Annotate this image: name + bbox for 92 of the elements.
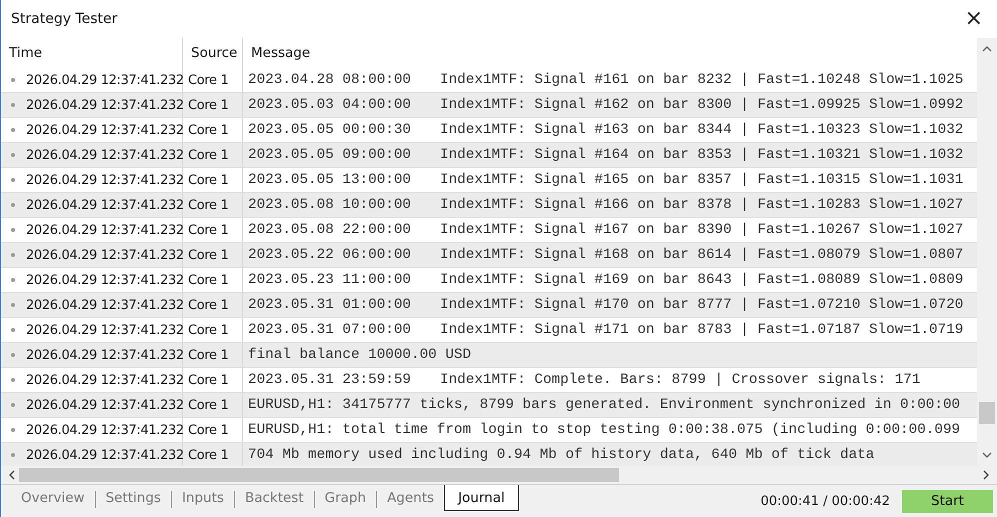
bullet-icon bbox=[11, 378, 15, 382]
source-text: Core 1 bbox=[188, 298, 228, 312]
time-text: 2026.04.29 12:37:41.232 bbox=[26, 272, 184, 288]
message-text: Index1MTF: Signal #165 on bar 8357 | Fast=1.10315 Slow=1.1031 bbox=[440, 172, 964, 188]
bullet-icon bbox=[11, 78, 15, 82]
source-text: Core 1 bbox=[188, 198, 228, 212]
start-button[interactable]: Start bbox=[902, 490, 993, 512]
message-date: 2023.05.31 01:00:00 bbox=[248, 297, 412, 313]
time-text: 2026.04.29 12:37:41.232 bbox=[26, 372, 184, 388]
tab[interactable]: Graph bbox=[314, 485, 376, 511]
time-text: 2026.04.29 12:37:41.232 bbox=[26, 72, 184, 88]
message-text: EURUSD,H1: total time from login to stop testing 0:00:38.075 (including 0:00:00.099 bbox=[248, 422, 960, 438]
source-text: Core 1 bbox=[188, 122, 228, 138]
time-text: 2026.04.29 12:37:41.232 bbox=[26, 248, 184, 262]
time-text: 2026.04.29 12:37:41.232 bbox=[26, 98, 184, 112]
message-text: Index1MTF: Signal #171 on bar 8783 | Fast=1.07187 Slow=1.0719 bbox=[440, 322, 964, 338]
time-text: 2026.04.29 12:37:41.232 bbox=[26, 148, 184, 162]
time-text: 2026.04.29 12:37:41.232 bbox=[26, 322, 184, 338]
source-text: Core 1 bbox=[188, 448, 228, 462]
vertical-scrollbar[interactable] bbox=[977, 38, 997, 466]
message-date: 2023.05.05 13:00:00 bbox=[248, 172, 412, 188]
bullet-icon bbox=[11, 328, 15, 332]
bullet-icon bbox=[11, 453, 15, 457]
message-text: Index1MTF: Signal #170 on bar 8777 | Fast=1.07210 Slow=1.0720 bbox=[440, 297, 964, 313]
tab[interactable]: Agents bbox=[377, 485, 444, 511]
tab[interactable]: Journal bbox=[444, 485, 519, 511]
bullet-icon bbox=[11, 128, 15, 132]
bullet-icon bbox=[11, 403, 15, 407]
elapsed-time: 00:00:41 / 00:00:42 bbox=[760, 494, 890, 508]
tab[interactable]: Backtest bbox=[234, 485, 314, 511]
close-button[interactable]: × bbox=[960, 8, 987, 30]
source-text: Core 1 bbox=[188, 372, 228, 388]
message-date: 2023.05.08 10:00:00 bbox=[248, 197, 412, 213]
source-text: Core 1 bbox=[188, 222, 228, 238]
bullet-icon bbox=[11, 428, 15, 432]
time-text: 2026.04.29 12:37:41.232 bbox=[26, 172, 184, 188]
message-text: final balance 10000.00 USD bbox=[248, 347, 472, 363]
message-text: Index1MTF: Signal #162 on bar 8300 | Fast=1.09925 Slow=1.0992 bbox=[440, 97, 964, 113]
source-text: Core 1 bbox=[188, 248, 228, 262]
message-date: 2023.05.22 06:00:00 bbox=[248, 247, 412, 263]
window-title: Strategy Tester bbox=[11, 11, 118, 27]
message-date: 2023.05.05 09:00:00 bbox=[248, 147, 412, 163]
message-text: Index1MTF: Complete. Bars: 8799 | Crossover signals: 171 bbox=[440, 372, 920, 388]
message-date: 2023.05.05 00:00:30 bbox=[248, 122, 412, 138]
message-text: Index1MTF: Signal #168 on bar 8614 | Fast=1.08079 Slow=1.0807 bbox=[440, 247, 964, 263]
message-text: Index1MTF: Signal #167 on bar 8390 | Fast=1.10267 Slow=1.1027 bbox=[440, 222, 964, 238]
tab[interactable]: Overview bbox=[11, 485, 95, 511]
message-date: 2023.05.03 04:00:00 bbox=[248, 97, 412, 113]
tab[interactable]: Settings bbox=[96, 485, 171, 511]
message-text: EURUSD,H1: 34175777 ticks, 8799 bars generated. Environment synchronized in 0:00:00 bbox=[248, 397, 960, 413]
source-text: Core 1 bbox=[188, 98, 228, 112]
source-text: Core 1 bbox=[188, 148, 228, 162]
message-text: Index1MTF: Signal #164 on bar 8353 | Fast=1.10321 Slow=1.1032 bbox=[440, 147, 964, 163]
time-text: 2026.04.29 12:37:41.232 bbox=[26, 122, 184, 138]
message-text: 704 Mb memory used including 0.94 Mb of history data, 640 Mb of tick data bbox=[248, 447, 874, 463]
time-text: 2026.04.29 12:37:41.232 bbox=[26, 198, 184, 212]
scrollbar-thumb[interactable] bbox=[19, 468, 619, 482]
bullet-icon bbox=[11, 228, 15, 232]
source-text: Core 1 bbox=[188, 398, 228, 412]
message-text: Index1MTF: Signal #166 on bar 8378 | Fast=1.10283 Slow=1.1027 bbox=[440, 197, 964, 213]
message-date: 2023.05.08 22:00:00 bbox=[248, 222, 412, 238]
bullet-icon bbox=[11, 353, 15, 357]
source-text: Core 1 bbox=[188, 172, 228, 188]
column-header[interactable]: Message bbox=[243, 38, 977, 68]
source-text: Core 1 bbox=[188, 422, 228, 438]
source-text: Core 1 bbox=[188, 348, 228, 362]
message-date: 2023.05.31 23:59:59 bbox=[248, 372, 412, 388]
time-text: 2026.04.29 12:37:41.232 bbox=[26, 348, 184, 362]
tab[interactable]: Inputs bbox=[172, 485, 234, 511]
source-text: Core 1 bbox=[188, 272, 228, 288]
source-text: Core 1 bbox=[188, 72, 228, 88]
bullet-icon bbox=[11, 253, 15, 257]
bullet-icon bbox=[11, 153, 15, 157]
message-date: 2023.04.28 08:00:00 bbox=[248, 72, 412, 88]
bullet-icon bbox=[11, 303, 15, 307]
time-text: 2026.04.29 12:37:41.232 bbox=[26, 422, 184, 438]
horizontal-scrollbar[interactable] bbox=[1, 466, 997, 484]
bullet-icon bbox=[11, 203, 15, 207]
message-date: 2023.05.23 11:00:00 bbox=[248, 272, 412, 288]
bullet-icon bbox=[11, 178, 15, 182]
message-date: 2023.05.31 07:00:00 bbox=[248, 322, 412, 338]
message-text: Index1MTF: Signal #169 on bar 8643 | Fast=1.08089 Slow=1.0809 bbox=[440, 272, 964, 288]
time-text: 2026.04.29 12:37:41.232 bbox=[26, 398, 184, 412]
time-text: 2026.04.29 12:37:41.232 bbox=[26, 298, 184, 312]
bullet-icon bbox=[11, 278, 15, 282]
time-text: 2026.04.29 12:37:41.232 bbox=[26, 222, 184, 238]
message-text: Index1MTF: Signal #161 on bar 8232 | Fast=1.10248 Slow=1.1025 bbox=[440, 72, 964, 88]
scrollbar-thumb[interactable] bbox=[979, 402, 995, 424]
source-text: Core 1 bbox=[188, 322, 228, 338]
bullet-icon bbox=[11, 103, 15, 107]
message-text: Index1MTF: Signal #163 on bar 8344 | Fast=1.10323 Slow=1.1032 bbox=[440, 122, 964, 138]
time-text: 2026.04.29 12:37:41.232 bbox=[26, 448, 184, 462]
